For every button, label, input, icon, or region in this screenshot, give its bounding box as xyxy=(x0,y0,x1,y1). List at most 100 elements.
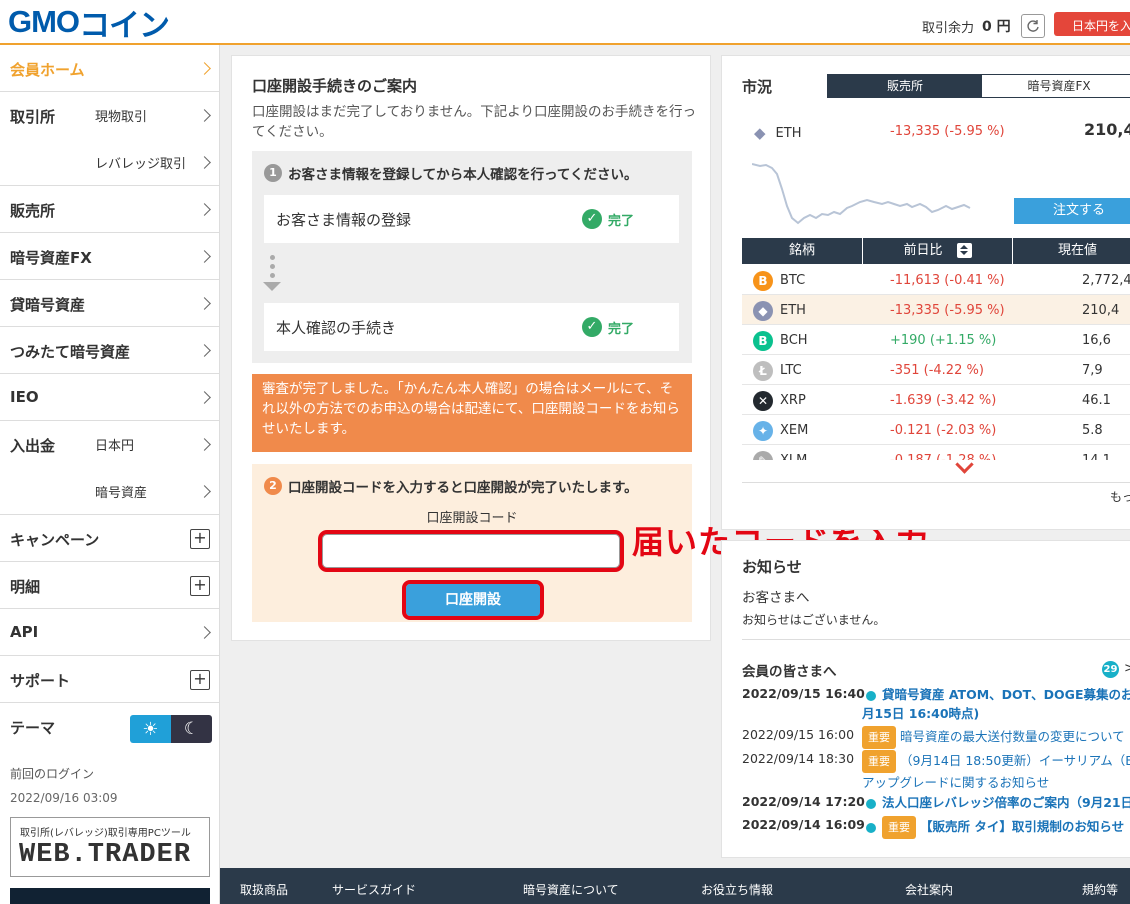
featured-change: -13,335 (-5.95 %) xyxy=(890,124,1005,139)
expand-plus-icon[interactable]: + xyxy=(190,576,210,596)
sidebar-item-api[interactable]: API xyxy=(0,609,219,656)
sidebar-item-jpy[interactable]: 日本円 xyxy=(95,435,134,454)
sidebar-item-label: 暗号資産FX xyxy=(10,249,92,267)
promo-banner[interactable] xyxy=(10,888,210,904)
change-cell: -11,613 (-0.41 %) xyxy=(890,273,1005,288)
deposit-jpy-button[interactable]: 日本円を入金 xyxy=(1054,12,1130,36)
news-headline-cont: 月15日 16:40時点) xyxy=(862,706,980,721)
new-dot-icon xyxy=(866,690,876,701)
stellar-icon: ✎ xyxy=(753,451,773,460)
sidebar-item-label: API xyxy=(10,623,39,641)
down-arrow-icon xyxy=(263,255,281,291)
litecoin-icon: Ł xyxy=(753,361,773,381)
table-row[interactable]: B BTC -11,613 (-0.41 %) 2,772,4 xyxy=(742,265,1130,295)
sidebar-item-tsumitate[interactable]: つみたて暗号資産 xyxy=(0,327,219,374)
sidebar-item-label: 入出金 xyxy=(10,437,56,455)
expand-plus-icon[interactable]: + xyxy=(190,529,210,549)
news-date: 2022/09/14 16:09 xyxy=(742,817,865,832)
sun-icon[interactable]: ☀ xyxy=(130,715,171,743)
news-date: 2022/09/14 18:30 xyxy=(742,751,855,766)
xem-icon: ✦ xyxy=(753,421,773,441)
sidebar-item-label: 取引所 xyxy=(10,108,56,126)
gmo-coin-logo[interactable]: GMO コイン xyxy=(8,4,170,43)
chevron-right-icon xyxy=(198,250,211,263)
tab-sales[interactable]: 販売所 xyxy=(828,75,982,97)
sort-icon[interactable] xyxy=(956,243,972,258)
more-link[interactable]: もっ xyxy=(1110,488,1130,505)
moon-icon[interactable]: ☾ xyxy=(171,715,212,743)
table-row[interactable]: Ł LTC -351 (-4.22 %) 7,9 xyxy=(742,355,1130,385)
footer-link-useful-info[interactable]: お役立ち情報 xyxy=(701,881,773,898)
sidebar-group-exchange: 取引所 現物取引 レバレッジ取引 xyxy=(0,92,219,186)
new-dot-icon xyxy=(866,798,876,809)
identity-verification-item: 本人確認の手続き ✓ 完了 xyxy=(264,303,679,351)
expand-plus-icon[interactable]: + xyxy=(190,670,210,690)
ethereum-icon: ◆ xyxy=(753,301,773,321)
webtrader-banner[interactable]: 取引所(レバレッジ)取引専用PCツール WEB.TRADER xyxy=(10,817,210,877)
footer-link-company[interactable]: 会社案内 xyxy=(905,881,953,898)
news-date: 2022/09/15 16:40 xyxy=(742,686,865,701)
sidebar-item-crypto[interactable]: 暗号資産 xyxy=(95,482,147,501)
sidebar-item-member-home[interactable]: 会員ホーム xyxy=(0,45,219,92)
tab-crypto-fx[interactable]: 暗号資産FX xyxy=(982,75,1130,97)
sidebar-item-crypto-fx[interactable]: 暗号資産FX xyxy=(0,233,219,280)
last-login-label: 前回のログイン xyxy=(10,767,95,781)
sidebar-item-spot[interactable]: 現物取引 xyxy=(95,106,147,125)
price-cell: 210,4 xyxy=(1082,303,1120,318)
sidebar-item-sales[interactable]: 販売所 xyxy=(0,186,219,233)
panel-description: 口座開設はまだ完了しておりません。下記より口座開設のお手続きを行ってください。 xyxy=(252,104,697,140)
sidebar-item-theme: テーマ ☀ ☾ xyxy=(0,703,219,750)
status-complete: ✓ 完了 xyxy=(582,317,634,337)
table-row[interactable]: ✎ XLM -0.187 (-1.28 %) 14.1 xyxy=(742,445,1130,460)
theme-toggle[interactable]: ☀ ☾ xyxy=(130,715,212,743)
sidebar-item-campaign[interactable]: キャンペーン + xyxy=(0,515,219,562)
sidebar-item-support[interactable]: サポート + xyxy=(0,656,219,703)
news-item-link[interactable]: 重要 暗号資産の最大送付数量の変更について xyxy=(862,726,1125,749)
news-item-link[interactable]: 法人口座レバレッジ倍率のご案内（9月21日～ xyxy=(862,793,1130,812)
price-cell: 16,6 xyxy=(1082,333,1111,348)
important-badge: 重要 xyxy=(862,750,896,773)
last-login-value: 2022/09/16 03:09 xyxy=(10,791,118,805)
featured-price: 210,4 xyxy=(1084,120,1130,139)
market-table-body: B BTC -11,613 (-0.41 %) 2,772,4 ◆ ETH -13,335 … xyxy=(742,265,1130,460)
price-cell: 46.1 xyxy=(1082,393,1111,408)
market-tabs: 販売所 暗号資産FX xyxy=(827,74,1130,98)
account-code-input[interactable] xyxy=(318,530,624,572)
status-complete-label: 完了 xyxy=(608,321,635,337)
step-number-badge: 1 xyxy=(264,164,282,182)
price-cell: 5.8 xyxy=(1082,423,1103,438)
table-row[interactable]: ◆ ETH -13,335 (-5.95 %) 210,4 xyxy=(742,295,1130,325)
sidebar-item-label: サポート xyxy=(10,672,71,690)
sidebar-item-lending[interactable]: 貸暗号資産 xyxy=(0,280,219,327)
open-account-button[interactable]: 口座開設 xyxy=(402,580,544,620)
column-header-symbol: 銘柄 xyxy=(742,238,863,264)
news-item-link[interactable]: 貸暗号資産 ATOM、DOT、DOGE募集のお知 月15日 16:40時点) xyxy=(862,685,1130,723)
footer-link-about-crypto[interactable]: 暗号資産について xyxy=(523,881,619,898)
featured-symbol: ◆ ETH xyxy=(754,124,801,142)
sidebar-item-leverage[interactable]: レバレッジ取引 xyxy=(95,153,186,172)
news-count-badge[interactable]: 29 xyxy=(1102,661,1119,678)
market-title: 市況 xyxy=(742,78,773,96)
price-cell: 14.1 xyxy=(1082,453,1111,460)
sidebar-item-ieo[interactable]: IEO xyxy=(0,374,219,421)
news-title: お知らせ xyxy=(742,558,802,576)
step1-box: 1 お客さま情報を登録してから本人確認を行ってください。 お客さま情報の登録 ✓… xyxy=(252,151,692,363)
sidebar-item-statements[interactable]: 明細 + xyxy=(0,562,219,609)
sidebar-item-label: キャンペーン xyxy=(10,531,100,549)
table-row[interactable]: ✕ XRP -1.639 (-3.42 %) 46.1 xyxy=(742,385,1130,415)
news-item-link[interactable]: 重要 （9月14日 18:50更新）イーサリアム（ET アップグレードに関するお知ら… xyxy=(862,750,1130,792)
footer-link-terms[interactable]: 規約等 xyxy=(1082,881,1118,898)
order-button[interactable]: 注文する xyxy=(1014,198,1130,224)
footer-link-products[interactable]: 取扱商品 xyxy=(240,881,288,898)
step2-heading: 2 口座開設コードを入力すると口座開設が完了いたします。 xyxy=(264,476,638,496)
table-row[interactable]: ✦ XEM -0.121 (-2.03 %) 5.8 xyxy=(742,415,1130,445)
refresh-button[interactable] xyxy=(1020,14,1045,38)
xrp-icon: ✕ xyxy=(753,391,773,411)
footer-link-guide[interactable]: サービスガイド xyxy=(332,881,416,898)
balance-display: 取引余力 0 円 xyxy=(922,14,1045,38)
news-more-link[interactable]: > xyxy=(1124,661,1130,676)
check-circle-icon: ✓ xyxy=(582,317,602,337)
column-header-change[interactable]: 前日比 xyxy=(863,238,1013,264)
news-item-link[interactable]: 重要 【販売所 タイ】取引規制のお知らせ xyxy=(862,816,1124,839)
table-row[interactable]: B BCH +190 (+1.15 %) 16,6 xyxy=(742,325,1130,355)
